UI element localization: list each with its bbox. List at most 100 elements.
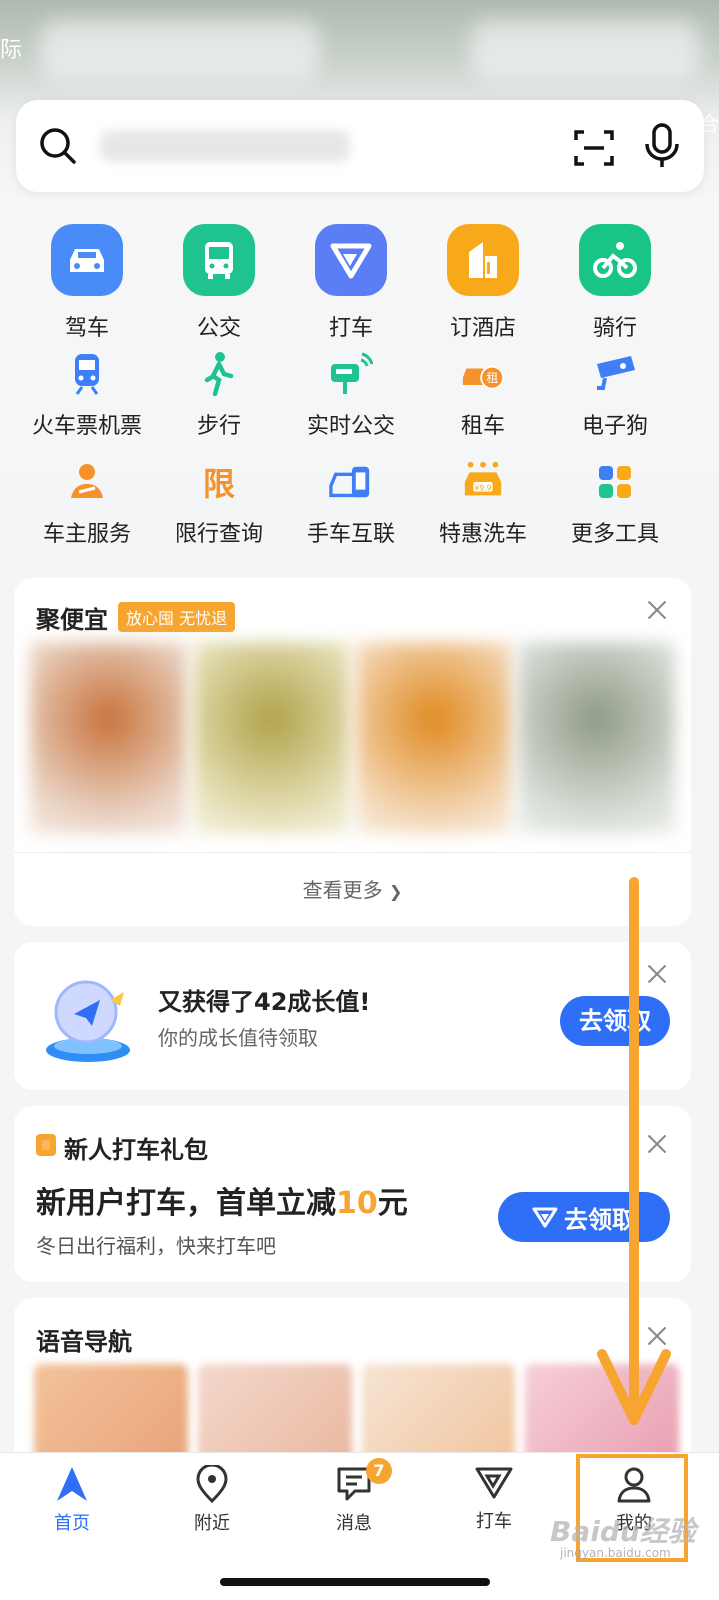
search-bar[interactable] xyxy=(16,100,704,192)
deal-image[interactable] xyxy=(518,642,675,834)
growth-crystal-ball-icon xyxy=(46,980,130,1062)
tool-phone-car[interactable]: 手车互联 xyxy=(286,460,416,548)
headline-suffix: 元 xyxy=(377,1186,408,1221)
tool-realtime-bus[interactable]: 实时公交 xyxy=(286,352,416,440)
deals-card: 聚便宜 放心囤 无忧退 查看更多 ❯ xyxy=(14,578,691,926)
deals-images xyxy=(30,642,675,834)
deals-badge: 放心囤 无忧退 xyxy=(118,602,236,632)
growth-card: 又获得了42成长值! 你的成长值待领取 去领取 xyxy=(14,942,691,1090)
tool-car-wash[interactable]: ¥9.9 特惠洗车 xyxy=(418,460,548,548)
restriction-icon: 限 xyxy=(197,460,241,504)
tool-drive[interactable]: 驾车 xyxy=(22,224,152,342)
tool-label: 公交 xyxy=(196,316,241,341)
rent-car-icon: 租 xyxy=(461,352,505,396)
voice-nav-card: 语音导航 xyxy=(14,1298,691,1468)
new-rider-title: 新人打车礼包 xyxy=(64,1136,208,1164)
watermark-url: jingyan.baidu.com xyxy=(560,1546,671,1560)
message-count-badge: 7 xyxy=(366,1458,392,1484)
tool-label: 租车 xyxy=(460,414,505,439)
tool-taxi[interactable]: 打车 xyxy=(286,224,416,342)
tab-taxi[interactable]: 打车 xyxy=(422,1453,566,1553)
tool-label: 火车票机票 xyxy=(31,414,142,439)
car-wash-price: ¥9.9 xyxy=(474,484,491,493)
new-rider-card: 新人打车礼包 新用户打车，首单立减10元 冬日出行福利，快来打车吧 去领取 xyxy=(14,1106,691,1282)
close-icon[interactable] xyxy=(647,1134,667,1154)
tab-home[interactable]: 首页 xyxy=(0,1453,144,1553)
deal-image[interactable] xyxy=(355,642,513,834)
voice-pack-image[interactable] xyxy=(361,1364,516,1464)
realtime-bus-icon xyxy=(329,352,373,396)
tab-nearby[interactable]: 附近 xyxy=(140,1453,284,1553)
tool-more[interactable]: 更多工具 xyxy=(550,460,680,548)
tool-e-dog[interactable]: 电子狗 xyxy=(550,352,680,440)
tool-walk[interactable]: 步行 xyxy=(154,352,284,440)
tool-label: 打车 xyxy=(328,316,373,341)
tool-label: 步行 xyxy=(196,414,241,439)
tool-label: 订酒店 xyxy=(449,316,516,341)
home-nav-icon xyxy=(57,1467,87,1501)
tool-label: 电子狗 xyxy=(581,414,648,439)
deal-image[interactable] xyxy=(30,642,187,834)
taxi-icon xyxy=(315,224,387,296)
car-icon xyxy=(51,224,123,296)
secondary-tools-row: 火车票机票 步行 实时公交 租 租车 电子狗 xyxy=(0,352,719,452)
view-more-link[interactable]: 查看更多 ❯ xyxy=(14,874,691,903)
location-pin-icon xyxy=(196,1465,228,1503)
voice-pack-image[interactable] xyxy=(197,1364,352,1464)
secondary-tools-row: 车主服务 限 限行查询 手车互联 ¥9.9 特惠洗车 更多工具 xyxy=(0,460,719,560)
tool-label: 车主服务 xyxy=(42,522,131,547)
tab-messages[interactable]: 消息 xyxy=(282,1453,426,1553)
camera-icon xyxy=(593,352,637,396)
close-icon[interactable] xyxy=(647,1326,667,1346)
voice-nav-title: 语音导航 xyxy=(36,1328,132,1356)
view-more-label: 查看更多 xyxy=(302,878,383,902)
close-icon[interactable] xyxy=(647,964,667,984)
map-label: 际 xyxy=(0,38,23,63)
divider xyxy=(14,852,691,853)
growth-subtitle: 你的成长值待领取 xyxy=(158,1026,318,1050)
voice-pack-image[interactable] xyxy=(34,1364,188,1464)
map-blur-region xyxy=(470,20,700,80)
tool-bus[interactable]: 公交 xyxy=(154,224,284,342)
search-input[interactable] xyxy=(100,130,350,162)
driver-service-icon xyxy=(65,460,109,504)
watermark: Baidu经验 xyxy=(550,1515,696,1548)
deals-title: 聚便宜 xyxy=(36,606,108,634)
tool-label: 驾车 xyxy=(64,316,109,341)
close-icon[interactable] xyxy=(647,600,667,620)
primary-tools-row: 驾车 公交 打车 订酒店 骑行 xyxy=(0,224,719,341)
tab-label: 附近 xyxy=(194,1513,230,1534)
claim-ride-button[interactable]: 去领取 xyxy=(498,1192,670,1242)
tool-label: 特惠洗车 xyxy=(438,522,527,547)
more-tools-icon xyxy=(593,460,637,504)
tool-train[interactable]: 火车票机票 xyxy=(22,352,152,440)
tool-bike[interactable]: 骑行 xyxy=(550,224,680,342)
bike-icon xyxy=(579,224,651,296)
map-blur-region xyxy=(40,20,320,80)
tool-hotel[interactable]: 订酒店 xyxy=(418,224,548,342)
new-rider-subtitle: 冬日出行福利，快来打车吧 xyxy=(36,1234,276,1258)
walk-icon xyxy=(197,352,241,396)
rent-badge-text: 租 xyxy=(486,371,498,385)
scan-icon[interactable] xyxy=(572,126,616,170)
tool-restriction[interactable]: 限 限行查询 xyxy=(154,460,284,548)
new-rider-headline: 新用户打车，首单立减10元 xyxy=(36,1178,408,1222)
microphone-icon[interactable] xyxy=(642,122,682,170)
tab-label: 首页 xyxy=(54,1513,90,1534)
gift-icon xyxy=(36,1134,56,1156)
tab-label: 打车 xyxy=(476,1511,512,1532)
taxi-icon xyxy=(532,1207,558,1228)
claim-growth-button[interactable]: 去领取 xyxy=(560,996,670,1046)
tool-rent-car[interactable]: 租 租车 xyxy=(418,352,548,440)
tab-label: 消息 xyxy=(336,1513,372,1534)
chevron-right-icon: ❯ xyxy=(388,882,403,901)
voice-nav-images xyxy=(34,1364,679,1464)
voice-pack-image[interactable] xyxy=(525,1364,679,1464)
deal-image[interactable] xyxy=(192,642,350,834)
tool-label: 手车互联 xyxy=(306,522,395,547)
claim-ride-label: 去领取 xyxy=(564,1205,636,1234)
headline-amount: 10 xyxy=(336,1186,378,1221)
home-indicator[interactable] xyxy=(220,1578,490,1586)
tool-label: 更多工具 xyxy=(570,522,659,547)
tool-driver-service[interactable]: 车主服务 xyxy=(22,460,152,548)
